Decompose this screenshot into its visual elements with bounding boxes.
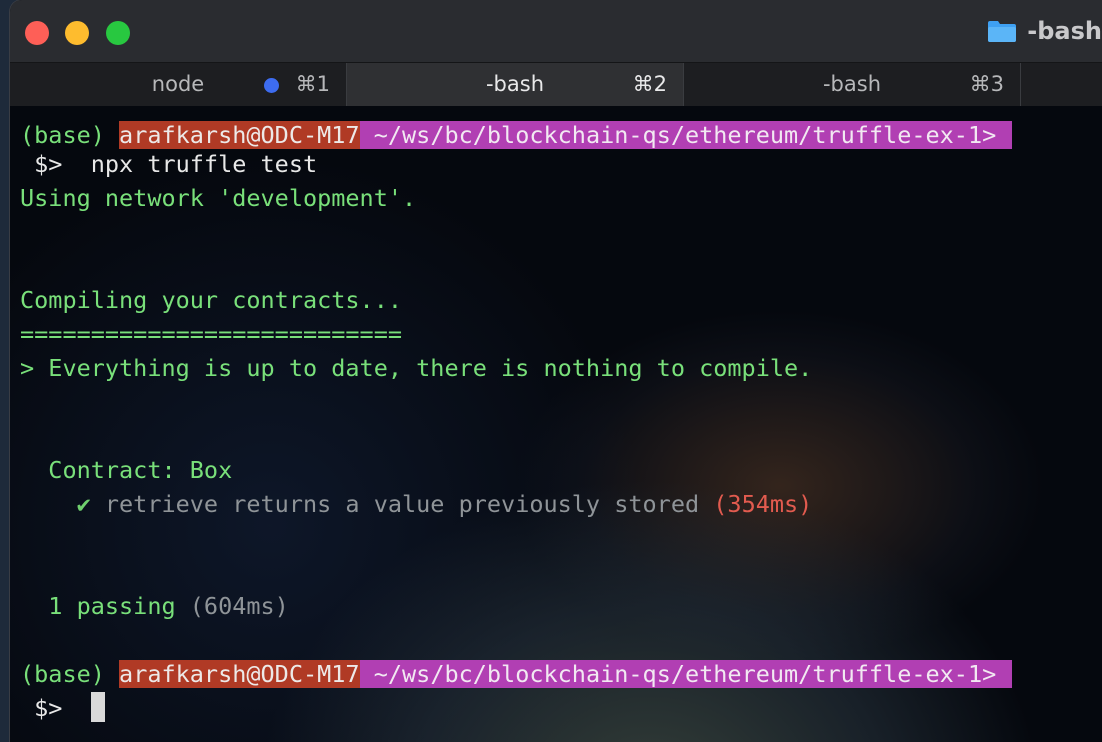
terminal-window: -bash node ⌘1 -bash ⌘2 -bash ⌘3 (base) a… [10,0,1102,742]
tab-bar: node ⌘1 -bash ⌘2 -bash ⌘3 [10,62,1102,107]
prompt-symbol: $> [20,150,77,178]
window-title-text: -bash [1027,17,1102,45]
tab-shortcut: ⌘2 [632,72,667,96]
compiling-line: Compiling your contracts... [20,286,403,314]
contract-line: Contract: Box [20,456,233,484]
tab-bash-2[interactable]: -bash ⌘2 [347,63,684,107]
tab-shortcut: ⌘1 [295,72,330,96]
passing-line: 1 passing (604ms) [20,589,289,623]
minimize-window-button[interactable] [65,21,89,45]
title-bar: -bash [10,0,1102,62]
close-window-button[interactable] [25,21,49,45]
tab-node[interactable]: node ⌘1 [10,63,347,107]
text-cursor [90,692,105,722]
conda-env: (base) [20,660,120,688]
check-icon: ✔ [20,490,105,518]
passing-duration: (604ms) [175,592,289,620]
prompt-line-2: (base) arafkarsh@ODC-M17 ~/ws/bc/blockch… [20,657,1013,691]
tab-shortcut: ⌘3 [969,72,1004,96]
window-title: -bash [987,16,1102,46]
conda-env: (base) [20,121,120,149]
activity-dot-icon [264,78,279,93]
test-result-line: ✔ retrieve returns a value previously st… [20,487,813,521]
network-line: Using network 'development'. [20,184,417,212]
up-to-date-line: > Everything is up to date, there is not… [20,354,813,382]
command-line: $> npx truffle test [20,147,317,181]
prompt-symbol: $> [20,694,91,722]
tab-bar-empty-area[interactable] [1021,63,1102,107]
prompt-user-host: arafkarsh@ODC-M17 [119,660,360,688]
command-text: npx truffle test [76,150,318,178]
terminal-output[interactable]: (base) arafkarsh@ODC-M17 ~/ws/bc/blockch… [10,106,1102,742]
tab-bash-3[interactable]: -bash ⌘3 [684,63,1021,107]
separator-line: =========================== [20,320,403,348]
test-name: retrieve returns a value previously stor… [104,490,700,518]
passing-count: 1 passing [20,592,176,620]
folder-icon [987,19,1017,43]
prompt-path: ~/ws/bc/blockchain-qs/ethereum/truffle-e… [359,660,1013,688]
input-line[interactable]: $> [20,691,105,725]
test-duration: (354ms) [699,490,813,518]
prompt-user-host: arafkarsh@ODC-M17 [119,121,360,149]
prompt-path: ~/ws/bc/blockchain-qs/ethereum/truffle-e… [359,121,1013,149]
zoom-window-button[interactable] [106,21,130,45]
